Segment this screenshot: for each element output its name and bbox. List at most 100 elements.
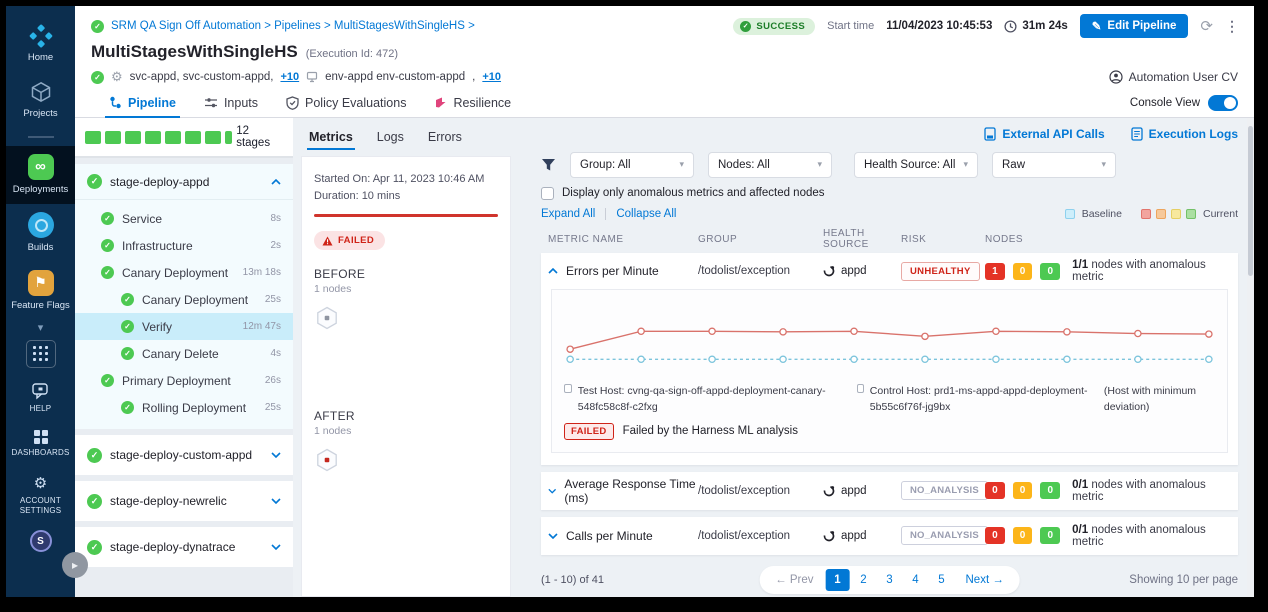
chevron-down-icon[interactable] [271,498,281,504]
builds-icon [28,212,54,238]
tab-resilience[interactable]: Resilience [420,88,525,117]
metric-name: Average Response Time (ms) [564,477,698,505]
mode-filter-select[interactable]: Raw▾ [992,152,1116,178]
before-nodes-count: 1 nodes [314,283,498,295]
page-button-3[interactable]: 3 [878,569,902,591]
anomalous-only-checkbox[interactable] [541,187,554,200]
node-chip-green: 0 [1040,527,1060,544]
tab-errors[interactable]: Errors [418,124,472,152]
collapse-all-link[interactable]: Collapse All [616,208,676,220]
before-node-hexagon[interactable] [314,305,340,331]
step-row-rolling-deployment[interactable]: ✓ Rolling Deployment 25s [75,394,293,421]
console-view-label: Console View [1130,97,1200,109]
sidebar-item-home[interactable]: Home [6,16,75,72]
tab-resilience-label: Resilience [453,96,511,110]
execution-logs-link[interactable]: Execution Logs [1131,127,1238,141]
stage-header[interactable]: ✓ stage-deploy-appd [75,164,293,200]
step-row-canary-delete[interactable]: ✓ Canary Delete 4s [75,340,293,367]
sidebar-item-projects[interactable]: Projects [6,72,75,128]
tab-pipeline[interactable]: Pipeline [95,88,190,117]
shield-check-icon [286,96,299,110]
stage-header[interactable]: ✓ stage-deploy-newrelic [75,481,293,521]
chevron-down-icon[interactable] [271,544,281,550]
environments-more-link[interactable]: +10 [482,71,501,83]
chevron-up-icon[interactable] [271,179,281,185]
risk-badge: NO_ANALYSIS [901,526,988,545]
breadcrumb[interactable]: ✓ SRM QA Sign Off Automation > Pipelines… [91,20,475,33]
sidebar-item-feature-flags[interactable]: ⚑ Feature Flags [6,262,75,320]
page-button-1[interactable]: 1 [826,569,850,591]
baseline-legend-label: Baseline [1082,208,1122,220]
page-button-4[interactable]: 4 [904,569,928,591]
group-filter-select[interactable]: Group: All▾ [570,152,694,178]
console-view-toggle[interactable] [1208,95,1238,111]
sidebar-item-help[interactable]: HELP [6,374,75,422]
sidebar-more-chevron-icon[interactable]: ▾ [38,319,44,336]
vertical-scrollbar[interactable] [1247,118,1254,597]
module-switcher-button[interactable] [26,340,56,368]
metric-row-summary[interactable]: Calls per Minute /todolist/exception app… [541,517,1238,555]
test-host-item[interactable]: Test Host: cvng-qa-sign-off-appd-deploym… [564,384,847,414]
metric-row-summary[interactable]: Errors per Minute /todolist/exception ap… [541,253,1238,289]
stage-card-deploy-dynatrace: ✓ stage-deploy-dynatrace [75,527,293,567]
pencil-icon: ✎ [1092,19,1102,33]
edit-pipeline-button[interactable]: ✎ Edit Pipeline [1080,14,1189,38]
nodes-filter-select[interactable]: Nodes: All▾ [708,152,832,178]
sidebar-item-dashboards[interactable]: DASHBOARDS [6,422,75,466]
user-avatar[interactable]: S [30,530,52,552]
health-source-name: appd [841,265,867,277]
next-page-button[interactable]: Next → [956,570,1014,590]
stage-success-icon: ✓ [87,448,102,463]
step-row-canary-deployment-group[interactable]: ✓ Canary Deployment 13m 18s [75,259,293,286]
external-api-calls-link[interactable]: External API Calls [984,127,1104,141]
step-row-canary-deployment[interactable]: ✓ Canary Deployment 25s [75,286,293,313]
expand-all-link[interactable]: Expand All [541,208,595,220]
grid-icon [33,346,49,362]
chevron-down-icon[interactable] [548,488,556,494]
tab-metrics[interactable]: Metrics [299,124,363,152]
stage-panel-collapse-handle[interactable]: ▸ [62,552,88,578]
stage-header[interactable]: ✓ stage-deploy-custom-appd [75,435,293,475]
node-chip-red: 0 [985,482,1005,499]
test-host-checkbox[interactable] [564,384,572,393]
breadcrumb-text[interactable]: SRM QA Sign Off Automation > Pipelines >… [111,20,475,32]
after-node-hexagon[interactable] [314,447,340,473]
step-label: Infrastructure [122,239,262,253]
step-row-primary-deployment[interactable]: ✓ Primary Deployment 26s [75,367,293,394]
step-row-service[interactable]: ✓ Service 8s [75,205,293,232]
filter-funnel-icon[interactable] [541,158,556,172]
sidebar-item-builds[interactable]: Builds [6,204,75,262]
stage-card-deploy-custom-appd: ✓ stage-deploy-custom-appd [75,435,293,475]
page-button-2[interactable]: 2 [852,569,876,591]
service-gear-icon: ⚙ [111,69,123,85]
sidebar-item-account-settings[interactable]: ⚙ ACCOUNT SETTINGS [6,466,75,524]
control-host-label: Control Host: prd1-ms-appd-appd-deployme… [870,384,1094,414]
chevron-up-icon[interactable] [548,268,558,274]
tab-policy-evaluations[interactable]: Policy Evaluations [272,88,420,117]
sidebar-item-deployments[interactable]: ∞ Deployments [6,146,75,204]
tab-inputs[interactable]: Inputs [190,88,272,117]
health-source-filter-select[interactable]: Health Source: All▾ [854,152,978,178]
services-more-link[interactable]: +10 [280,71,299,83]
tab-logs[interactable]: Logs [367,124,414,152]
chevron-down-icon[interactable] [271,452,281,458]
prev-page-button[interactable]: ← Prev [765,570,823,590]
stage-progress-block [205,131,221,144]
step-row-verify-selected[interactable]: ✓ Verify 12m 47s [75,313,293,340]
sidebar-projects-label: Projects [23,108,57,120]
deployments-icon: ∞ [28,154,54,180]
control-host-checkbox[interactable] [857,384,864,393]
pagination: (1 - 10) of 41 ← Prev 1 2 3 4 5 Next → S… [541,564,1238,597]
chevron-down-icon[interactable] [548,533,558,539]
page-button-5[interactable]: 5 [930,569,954,591]
control-host-item[interactable]: Control Host: prd1-ms-appd-appd-deployme… [857,384,1094,414]
metric-row-summary[interactable]: Average Response Time (ms) /todolist/exc… [541,472,1238,510]
stage-header[interactable]: ✓ stage-deploy-dynatrace [75,527,293,567]
page-title: MultiStagesWithSingleHS [91,42,298,62]
current-legend-swatch-yellow [1171,209,1181,219]
kebab-menu-icon[interactable]: ⋮ [1225,18,1240,35]
refresh-icon[interactable]: ⟳ [1200,17,1213,35]
metric-timeseries-chart[interactable] [556,296,1223,382]
scrollbar-thumb[interactable] [1248,126,1253,276]
step-row-infrastructure[interactable]: ✓ Infrastructure 2s [75,232,293,259]
